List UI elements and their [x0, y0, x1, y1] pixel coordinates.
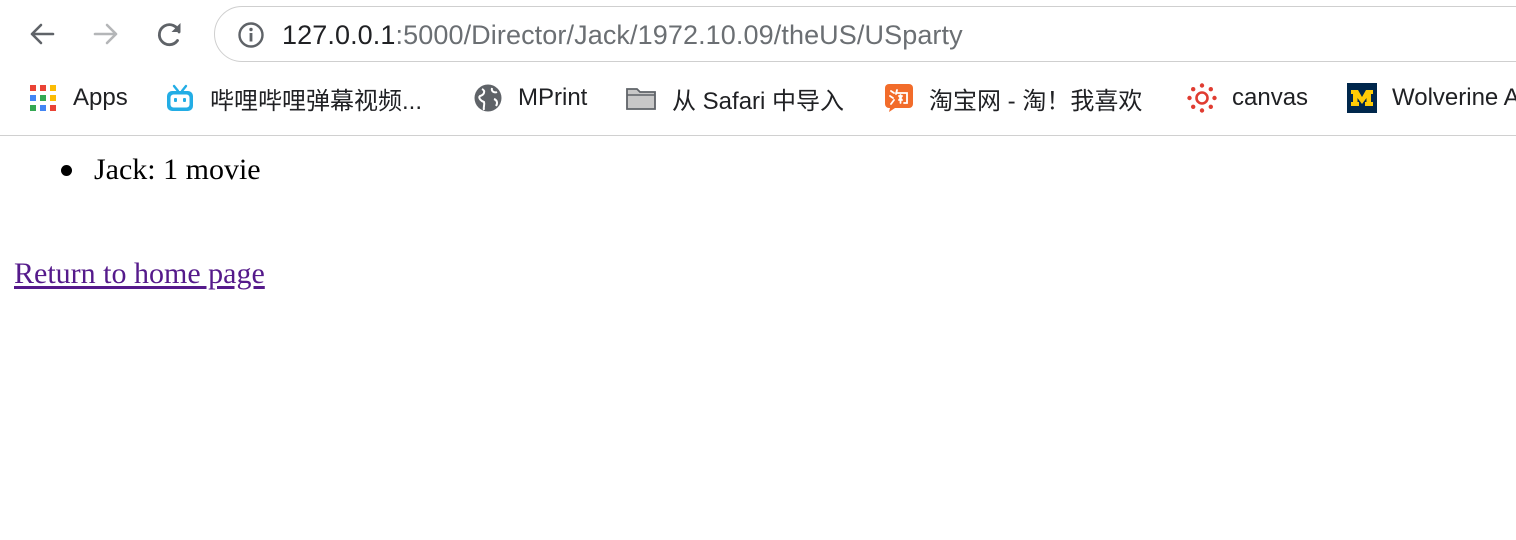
- arrow-right-icon: [93, 23, 118, 45]
- bookmark-wolverine[interactable]: Wolverine A: [1347, 76, 1516, 120]
- bookmark-label: 从 Safari 中导入: [672, 87, 845, 115]
- bullet-icon: [61, 165, 72, 176]
- globe-icon: [474, 84, 502, 112]
- list-item: Jack: 1 movie: [61, 152, 261, 188]
- folder-icon: [626, 88, 656, 110]
- address-bar[interactable]: 127.0.0.1:5000/Director/Jack/1972.10.09/…: [214, 6, 1516, 62]
- bookmark-bilibili[interactable]: 哔哩哔哩弹幕视频...: [165, 76, 422, 120]
- canvas-icon: [1187, 83, 1217, 113]
- bookmark-taobao[interactable]: 淘宝网 - 淘！我喜欢: [884, 76, 1142, 120]
- info-icon[interactable]: [237, 21, 265, 49]
- bookmark-safari-import[interactable]: 从 Safari 中导入: [625, 76, 844, 120]
- bookmark-mprint[interactable]: MPrint: [473, 76, 587, 120]
- reload-icon: [157, 23, 181, 47]
- url-path: :5000/Director/Jack/1972.10.09/theUS/USp…: [395, 20, 963, 50]
- bookmarks-bar: Apps 哔哩哔哩弹幕视频... MPrint 从 Safari 中导入 淘宝网…: [0, 76, 1516, 120]
- bookmark-label: canvas: [1232, 84, 1309, 111]
- taobao-icon: [885, 84, 913, 112]
- reload-button[interactable]: [150, 14, 190, 54]
- url-host: 127.0.0.1: [282, 20, 396, 50]
- michigan-m-icon: [1347, 83, 1377, 113]
- back-button[interactable]: [22, 14, 62, 54]
- arrow-left-icon: [30, 23, 55, 45]
- bookmark-canvas[interactable]: canvas: [1187, 76, 1308, 120]
- bookmark-label: 哔哩哔哩弹幕视频...: [210, 87, 423, 115]
- list-item-text: Jack: 1 movie: [94, 153, 261, 186]
- bookmark-label: 淘宝网 - 淘！我喜欢: [929, 87, 1143, 115]
- bookmark-apps[interactable]: Apps: [28, 76, 128, 120]
- forward-button[interactable]: [86, 14, 126, 54]
- bilibili-tv-icon: [167, 84, 193, 111]
- bookmark-label: Apps: [73, 84, 128, 111]
- director-list: Jack: 1 movie: [61, 152, 261, 188]
- bookmark-label: MPrint: [518, 84, 588, 111]
- browser-chrome: 127.0.0.1:5000/Director/Jack/1972.10.09/…: [0, 0, 1516, 136]
- bookmark-label: Wolverine A: [1392, 84, 1516, 111]
- return-home-link[interactable]: Return to home page: [14, 256, 265, 292]
- apps-grid-icon: [30, 85, 56, 111]
- url-text[interactable]: 127.0.0.1:5000/Director/Jack/1972.10.09/…: [282, 19, 963, 51]
